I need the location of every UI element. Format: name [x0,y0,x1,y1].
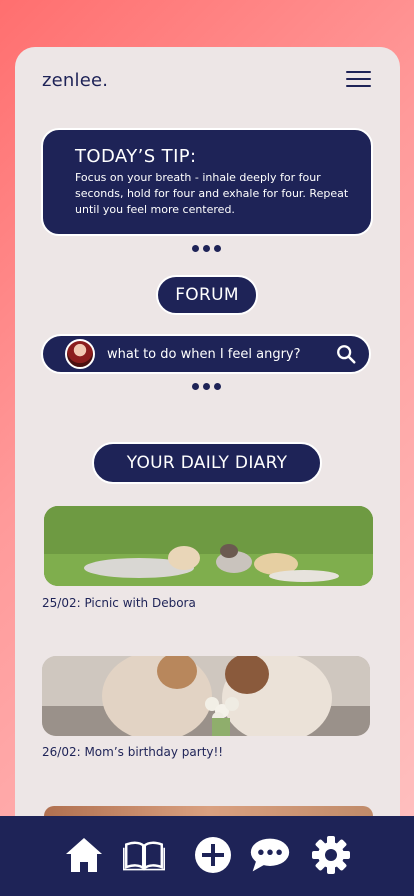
tip-body: Focus on your breath - inhale deeply for… [75,171,349,216]
tip-title: TODAY’S TIP: [75,146,197,167]
settings-icon[interactable] [310,834,352,876]
forum-button[interactable]: FORUM [156,275,258,315]
diary-entry-image-birthday[interactable] [42,656,370,736]
book-icon[interactable] [123,834,165,876]
brand-logo: zenlee. [42,70,109,91]
home-icon[interactable] [63,834,105,876]
diary-entry-caption: 26/02: Mom’s birthday party!! [42,745,224,759]
diary-entry-image-picnic[interactable] [44,506,373,586]
search-icon[interactable] [335,343,357,365]
bottom-nav-bar [0,816,414,896]
avatar [65,339,95,369]
hamburger-menu-icon[interactable] [346,71,371,89]
add-icon[interactable] [192,834,234,876]
tip-pagination-dots[interactable] [192,245,221,252]
chat-icon[interactable] [249,834,291,876]
today-tip-card: TODAY’S TIP: Focus on your breath - inha… [41,128,373,236]
forum-pagination-dots[interactable] [192,383,221,390]
diary-entry-caption: 25/02: Picnic with Debora [42,596,196,610]
forum-search-bar[interactable]: what to do when I feel angry? [41,334,371,374]
forum-search-text[interactable]: what to do when I feel angry? [107,347,335,362]
daily-diary-button[interactable]: YOUR DAILY DIARY [92,442,322,484]
